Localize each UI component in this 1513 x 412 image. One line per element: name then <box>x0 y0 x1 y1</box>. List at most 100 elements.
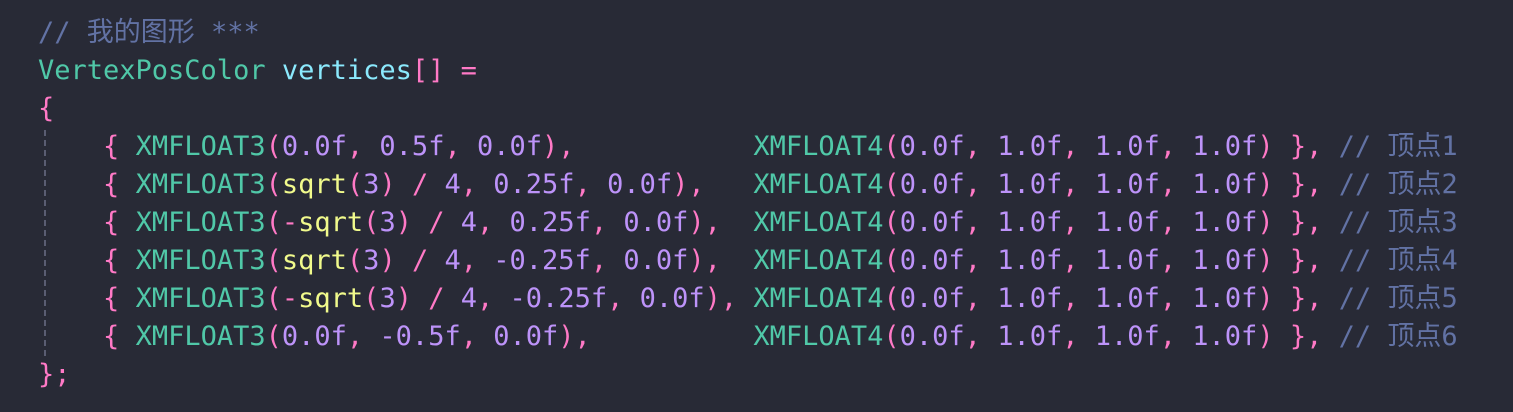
code-comment: // 顶点4 <box>1338 245 1458 276</box>
code-operator: / <box>411 169 429 200</box>
code-number: 0.0f <box>493 321 559 352</box>
code-type: XMFLOAT4 <box>753 245 884 276</box>
code-number: 4 <box>460 207 478 238</box>
code-punctuation: ), <box>558 321 591 352</box>
code-line[interactable]: { XMFLOAT3(-sqrt(3) / 4, 0.25f, 0.0f), X… <box>38 204 1458 242</box>
code-punctuation: ), <box>704 283 738 314</box>
code-type: XMFLOAT4 <box>753 131 884 162</box>
code-punctuation: ) <box>1257 245 1274 276</box>
code-number: 1.0f <box>997 321 1063 352</box>
code-line[interactable]: }; <box>38 356 1458 394</box>
code-comment: // 我的图形 *** <box>38 17 260 48</box>
code-type: XMFLOAT3 <box>135 131 266 162</box>
code-punctuation: ) <box>1257 321 1274 352</box>
code-punctuation: ( <box>265 321 282 352</box>
code-function: sqrt <box>281 245 347 276</box>
code-type: XMFLOAT4 <box>753 283 884 314</box>
code-line[interactable]: VertexPosColor vertices[] = <box>38 52 1458 90</box>
code-comment: // 顶点5 <box>1338 283 1458 314</box>
code-line[interactable]: // 我的图形 *** <box>38 14 1458 52</box>
code-punctuation: ( <box>346 169 364 200</box>
code-function: sqrt <box>298 207 364 238</box>
code-punctuation: ) <box>395 283 412 314</box>
code-punctuation: ( <box>363 283 380 314</box>
code-punctuation: ( <box>346 245 364 276</box>
code-number: 1.0f <box>1192 207 1258 238</box>
code-comment: // 顶点3 <box>1338 207 1458 238</box>
code-block[interactable]: // 我的图形 *** VertexPosColor vertices[] = { … <box>38 14 1458 394</box>
code-type: XMFLOAT4 <box>753 207 884 238</box>
code-number: 1.0f <box>997 207 1063 238</box>
code-line[interactable]: { XMFLOAT3(0.0f, -0.5f, 0.0f), XMFLOAT4(… <box>38 318 1458 356</box>
code-number: 1.0f <box>997 131 1063 162</box>
code-line[interactable]: { XMFLOAT3(0.0f, 0.5f, 0.0f), XMFLOAT4(0… <box>38 128 1458 166</box>
code-number: 3 <box>363 169 380 200</box>
code-punctuation: , <box>1159 169 1193 200</box>
code-punctuation: ) <box>1257 283 1274 314</box>
code-punctuation: , <box>590 207 624 238</box>
code-line[interactable]: { XMFLOAT3(sqrt(3) / 4, 0.25f, 0.0f), XM… <box>38 166 1458 204</box>
code-punctuation: , <box>964 321 998 352</box>
code-editor[interactable]: // 我的图形 *** VertexPosColor vertices[] = { … <box>0 0 1513 412</box>
code-number: 0.5f <box>379 131 445 162</box>
code-number: 0.0f <box>899 169 965 200</box>
code-punctuation: , <box>1062 131 1095 162</box>
code-punctuation: , <box>477 207 510 238</box>
code-number: 1.0f <box>1094 283 1160 314</box>
code-number: 1.0f <box>1192 283 1258 314</box>
code-operator: / <box>428 207 445 238</box>
code-line[interactable]: { XMFLOAT3(sqrt(3) / 4, -0.25f, 0.0f), X… <box>38 242 1458 280</box>
code-punctuation: , <box>346 131 380 162</box>
code-punctuation: ( <box>363 207 380 238</box>
code-line[interactable]: { <box>38 90 1458 128</box>
code-number: 0.0f <box>899 283 965 314</box>
code-punctuation: ( <box>265 283 282 314</box>
code-number: 0.0f <box>281 131 347 162</box>
code-punctuation: ( <box>883 207 900 238</box>
code-punctuation: { <box>103 283 120 314</box>
code-punctuation: , <box>964 207 998 238</box>
code-punctuation: ( <box>265 169 282 200</box>
code-operator: / <box>428 283 445 314</box>
code-punctuation: , <box>964 131 998 162</box>
code-number: 0.0f <box>899 245 965 276</box>
code-number: 0.0f <box>607 169 673 200</box>
code-comment: // 顶点2 <box>1338 169 1458 200</box>
code-operator: - <box>281 207 299 238</box>
code-punctuation: { <box>103 131 120 162</box>
code-number: 0.0f <box>623 245 689 276</box>
code-type: XMFLOAT3 <box>135 169 266 200</box>
code-punctuation: ( <box>883 321 900 352</box>
code-number: 3 <box>363 245 380 276</box>
code-punctuation: [] <box>411 55 445 86</box>
code-punctuation: , <box>574 169 608 200</box>
code-type: XMFLOAT3 <box>135 283 266 314</box>
code-punctuation: , <box>477 283 510 314</box>
code-punctuation: ( <box>883 245 900 276</box>
code-punctuation: }, <box>1289 169 1323 200</box>
code-line[interactable]: { XMFLOAT3(-sqrt(3) / 4, -0.25f, 0.0f), … <box>38 280 1458 318</box>
code-function: sqrt <box>298 283 364 314</box>
code-punctuation: , <box>964 245 998 276</box>
code-number: 1.0f <box>1192 131 1258 162</box>
code-number: -0.5f <box>379 321 461 352</box>
code-number: 1.0f <box>997 283 1063 314</box>
code-number: 3 <box>379 207 396 238</box>
